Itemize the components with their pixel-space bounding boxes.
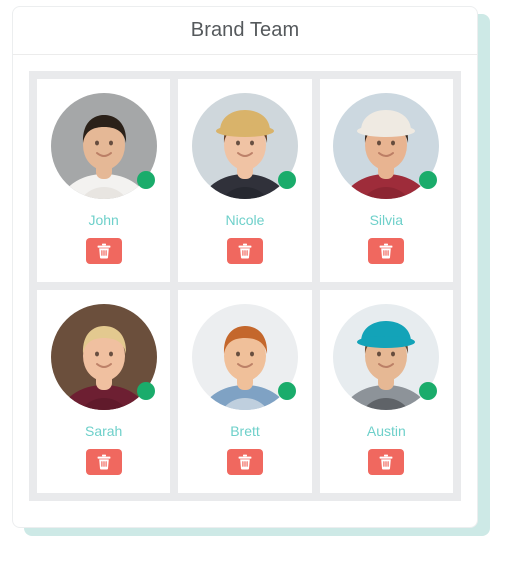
team-member-card: Nicole xyxy=(178,79,312,282)
status-dot-icon xyxy=(419,171,438,189)
member-name: Brett xyxy=(230,423,260,439)
trash-icon xyxy=(97,454,111,470)
trash-icon xyxy=(238,454,252,470)
page-title: Brand Team xyxy=(190,19,300,41)
avatar-wrapper xyxy=(50,304,157,410)
delete-member-button[interactable] xyxy=(226,449,263,475)
delete-member-button[interactable] xyxy=(85,449,122,475)
team-member-card: Austin xyxy=(319,290,453,493)
team-member-card: Sarah xyxy=(37,290,171,493)
avatar-wrapper xyxy=(50,93,157,199)
member-name: Nicole xyxy=(225,212,265,228)
team-member-grid: John Nicole Silvia Sarah Brett Austin xyxy=(29,71,461,501)
avatar-wrapper xyxy=(333,93,440,199)
delete-member-button[interactable] xyxy=(85,238,122,264)
trash-icon xyxy=(379,243,393,259)
trash-icon xyxy=(238,243,252,259)
delete-member-button[interactable] xyxy=(368,449,405,475)
avatar-wrapper xyxy=(191,304,298,410)
team-member-card: Silvia xyxy=(319,79,453,282)
app-root: Brand Team John Nicole Silvia Sarah Brett Aus… xyxy=(0,0,509,561)
member-name: Sarah xyxy=(84,423,123,439)
trash-icon xyxy=(379,454,393,470)
status-dot-icon xyxy=(136,382,155,400)
status-dot-icon xyxy=(136,171,155,189)
member-name: Austin xyxy=(366,423,406,439)
panel-header: Brand Team xyxy=(13,7,477,55)
avatar-wrapper xyxy=(191,93,298,199)
member-name: John xyxy=(88,212,119,228)
status-dot-icon xyxy=(277,382,296,400)
brand-team-panel: Brand Team John Nicole Silvia Sarah Brett Aus… xyxy=(12,6,478,528)
status-dot-icon xyxy=(277,171,296,189)
team-member-card: Brett xyxy=(178,290,312,493)
team-member-card: John xyxy=(37,79,171,282)
panel-body: John Nicole Silvia Sarah Brett Austin xyxy=(13,55,477,517)
trash-icon xyxy=(97,243,111,259)
avatar-wrapper xyxy=(333,304,440,410)
status-dot-icon xyxy=(419,382,438,400)
member-name: Silvia xyxy=(369,212,404,228)
delete-member-button[interactable] xyxy=(226,238,263,264)
delete-member-button[interactable] xyxy=(368,238,405,264)
